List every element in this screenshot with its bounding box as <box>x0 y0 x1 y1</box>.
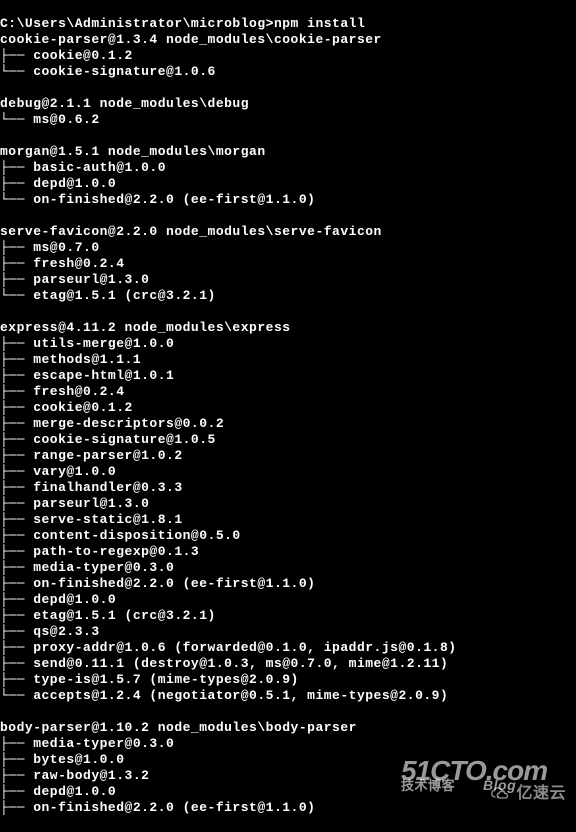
dependency-item: ├── path-to-regexp@0.1.3 <box>0 544 576 560</box>
dependency-item: ├── merge-descriptors@0.0.2 <box>0 416 576 432</box>
dependency-item: ├── vary@1.0.0 <box>0 464 576 480</box>
dependency-item: └── on-finished@2.2.0 (ee-first@1.1.0) <box>0 192 576 208</box>
dependency-item: ├── cookie@0.1.2 <box>0 48 576 64</box>
dependency-item: ├── media-typer@0.3.0 <box>0 560 576 576</box>
command-prompt: C:\Users\Administrator\microblog>npm ins… <box>0 16 576 32</box>
package-header: serve-favicon@2.2.0 node_modules\serve-f… <box>0 224 576 240</box>
dependency-item: └── accepts@1.2.4 (negotiator@0.5.1, mim… <box>0 688 576 704</box>
dependency-item: ├── etag@1.5.1 (crc@3.2.1) <box>0 608 576 624</box>
dependency-item: ├── content-disposition@0.5.0 <box>0 528 576 544</box>
blank-line <box>0 208 576 224</box>
dependency-item: └── cookie-signature@1.0.6 <box>0 64 576 80</box>
dependency-item: ├── type-is@1.5.7 (mime-types@2.0.9) <box>0 672 576 688</box>
blank-line <box>0 80 576 96</box>
dependency-item: ├── escape-html@1.0.1 <box>0 368 576 384</box>
blank-line <box>0 304 576 320</box>
dependency-item: ├── finalhandler@0.3.3 <box>0 480 576 496</box>
dependency-item: ├── utils-merge@1.0.0 <box>0 336 576 352</box>
dependency-item: ├── media-typer@0.3.0 <box>0 736 576 752</box>
package-header: morgan@1.5.1 node_modules\morgan <box>0 144 576 160</box>
dependency-item: ├── depd@1.0.0 <box>0 176 576 192</box>
dependency-item: ├── bytes@1.0.0 <box>0 752 576 768</box>
dependency-item: ├── on-finished@2.2.0 (ee-first@1.1.0) <box>0 800 576 816</box>
dependency-item: ├── basic-auth@1.0.0 <box>0 160 576 176</box>
terminal-output: C:\Users\Administrator\microblog>npm ins… <box>0 0 576 832</box>
dependency-item: ├── cookie@0.1.2 <box>0 400 576 416</box>
dependency-item: └── ms@0.6.2 <box>0 112 576 128</box>
dependency-item: ├── ms@0.7.0 <box>0 240 576 256</box>
dependency-item: ├── proxy-addr@1.0.6 (forwarded@0.1.0, i… <box>0 640 576 656</box>
cloud-icon <box>490 786 512 802</box>
dependency-item: ├── send@0.11.1 (destroy@1.0.3, ms@0.7.0… <box>0 656 576 672</box>
dependency-item: ├── parseurl@1.3.0 <box>0 272 576 288</box>
dependency-item: └── etag@1.5.1 (crc@3.2.1) <box>0 288 576 304</box>
package-header: body-parser@1.10.2 node_modules\body-par… <box>0 720 576 736</box>
package-header: express@4.11.2 node_modules\express <box>0 320 576 336</box>
dependency-tree: cookie-parser@1.3.4 node_modules\cookie-… <box>0 32 576 816</box>
dependency-item: ├── qs@2.3.3 <box>0 624 576 640</box>
watermark-yisuyun: 亿速云 <box>490 786 566 802</box>
dependency-item: ├── on-finished@2.2.0 (ee-first@1.1.0) <box>0 576 576 592</box>
dependency-item: ├── fresh@0.2.4 <box>0 384 576 400</box>
dependency-item: ├── raw-body@1.3.2 <box>0 768 576 784</box>
package-header: debug@2.1.1 node_modules\debug <box>0 96 576 112</box>
package-header: cookie-parser@1.3.4 node_modules\cookie-… <box>0 32 576 48</box>
blank-line <box>0 704 576 720</box>
dependency-item: ├── cookie-signature@1.0.5 <box>0 432 576 448</box>
dependency-item: ├── depd@1.0.0 <box>0 592 576 608</box>
dependency-item: ├── methods@1.1.1 <box>0 352 576 368</box>
blank-line <box>0 128 576 144</box>
dependency-item: ├── serve-static@1.8.1 <box>0 512 576 528</box>
dependency-item: ├── parseurl@1.3.0 <box>0 496 576 512</box>
dependency-item: ├── range-parser@1.0.2 <box>0 448 576 464</box>
dependency-item: ├── fresh@0.2.4 <box>0 256 576 272</box>
